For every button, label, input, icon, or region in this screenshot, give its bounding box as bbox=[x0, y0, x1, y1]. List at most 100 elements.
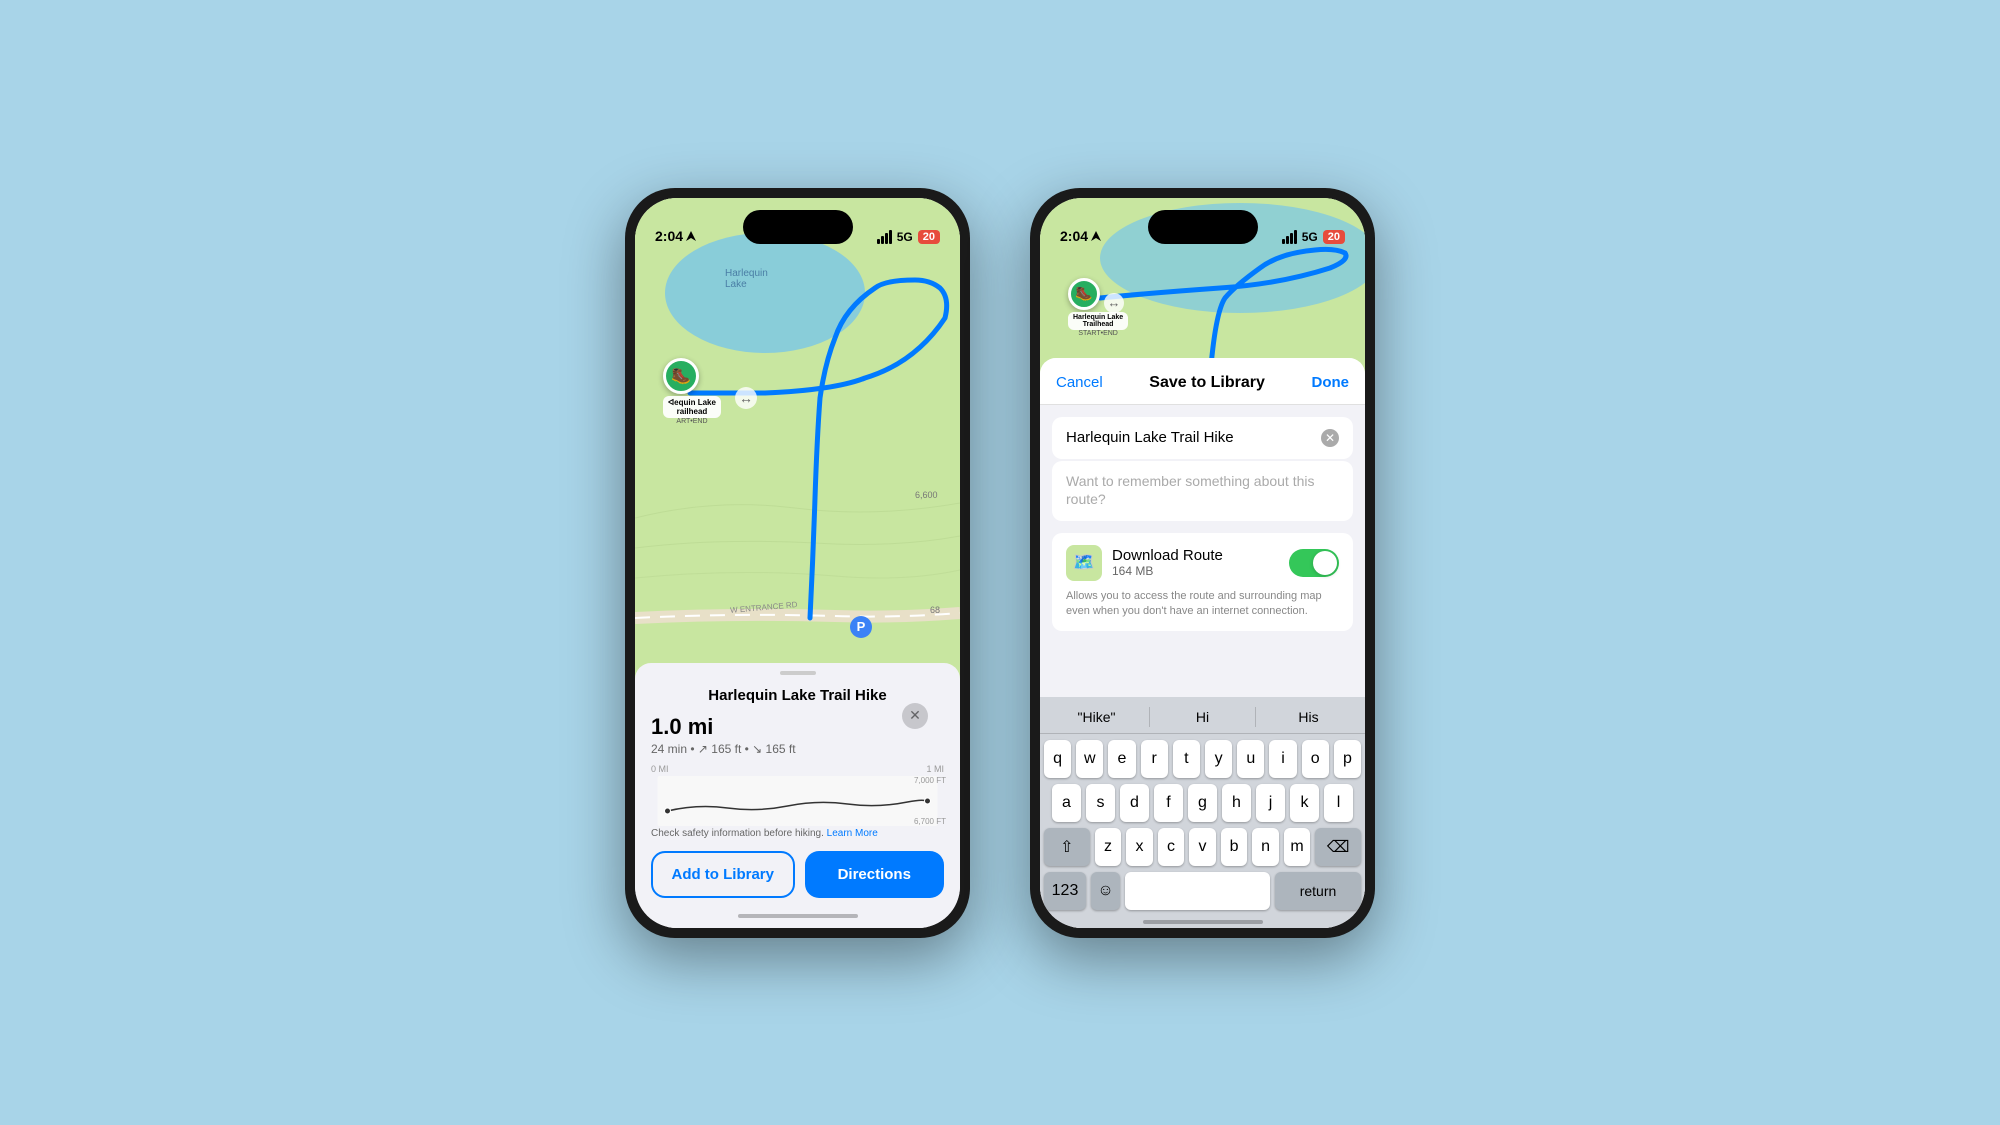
key-c[interactable]: c bbox=[1158, 828, 1185, 866]
save-header: Cancel Save to Library Done bbox=[1040, 358, 1365, 405]
num-key[interactable]: 123 bbox=[1044, 872, 1086, 910]
key-o[interactable]: o bbox=[1302, 740, 1329, 778]
download-left: 🗺️ Download Route 164 MB bbox=[1066, 545, 1223, 581]
key-row-1: q w e r t y u i o p bbox=[1044, 740, 1361, 778]
key-d[interactable]: d bbox=[1120, 784, 1149, 822]
download-title: Download Route bbox=[1112, 547, 1223, 564]
trailhead-icon-1: 🥾 bbox=[663, 358, 699, 394]
key-row-3: ⇧ z x c v b n m ⌫ bbox=[1044, 828, 1361, 866]
home-indicator-1 bbox=[738, 914, 858, 918]
done-button[interactable]: Done bbox=[1312, 374, 1350, 391]
phone-2-screen: 2:04 5G 20 � bbox=[1040, 198, 1365, 928]
key-j[interactable]: j bbox=[1256, 784, 1285, 822]
suggestion-2[interactable]: Hi bbox=[1150, 705, 1255, 729]
space-key[interactable] bbox=[1125, 872, 1270, 910]
key-row-4: 123 ☺ return bbox=[1044, 872, 1361, 910]
key-z[interactable]: z bbox=[1095, 828, 1122, 866]
network-label-2: 5G bbox=[1302, 230, 1318, 244]
time-display-2: 2:04 bbox=[1060, 228, 1101, 244]
emoji-key[interactable]: ☺ bbox=[1091, 872, 1120, 910]
key-g[interactable]: g bbox=[1188, 784, 1217, 822]
suggestion-3[interactable]: His bbox=[1256, 705, 1361, 729]
key-q[interactable]: q bbox=[1044, 740, 1071, 778]
key-a[interactable]: a bbox=[1052, 784, 1081, 822]
suggestion-1[interactable]: "Hike" bbox=[1044, 705, 1149, 729]
elevation-low-label: 6,700 FT bbox=[914, 817, 946, 826]
chart-area: 7,000 FT 6,700 FT bbox=[651, 776, 944, 826]
trailhead-marker-1: 🥾 ᐊequin Lakerailhead ART•END bbox=[663, 358, 721, 425]
key-l[interactable]: l bbox=[1324, 784, 1353, 822]
download-icon: 🗺️ bbox=[1066, 545, 1102, 581]
save-sheet-title: Save to Library bbox=[1149, 374, 1265, 392]
key-x[interactable]: x bbox=[1126, 828, 1153, 866]
elevation-high-label: 7,000 FT bbox=[914, 776, 946, 785]
key-p[interactable]: p bbox=[1334, 740, 1361, 778]
trailhead-sub-2: START•END bbox=[1068, 330, 1128, 337]
backspace-key[interactable]: ⌫ bbox=[1315, 828, 1361, 866]
location-icon-1 bbox=[686, 231, 696, 241]
sheet-close-button-1[interactable]: ✕ bbox=[902, 703, 928, 729]
key-r[interactable]: r bbox=[1141, 740, 1168, 778]
learn-more-link[interactable]: Learn More bbox=[827, 828, 878, 839]
battery-badge-2: 20 bbox=[1323, 230, 1345, 244]
trailhead-label-1: ᐊequin Lakerailhead bbox=[663, 396, 721, 418]
battery-badge-1: 20 bbox=[918, 230, 940, 244]
phone-1: 2:04 5G 20 bbox=[625, 188, 970, 938]
trail-details-1: 24 min • ↗ 165 ft • ↘ 165 ft bbox=[651, 742, 944, 756]
status-icons-2: 5G 20 bbox=[1282, 230, 1345, 244]
dynamic-island-1 bbox=[743, 210, 853, 244]
key-w[interactable]: w bbox=[1076, 740, 1103, 778]
download-info: Download Route 164 MB bbox=[1112, 547, 1223, 578]
lake-label: HarlequinLake bbox=[725, 268, 768, 290]
notes-field[interactable]: Want to remember something about this ro… bbox=[1052, 461, 1353, 521]
bottom-sheet-1[interactable]: Harlequin Lake Trail Hike ✕ 1.0 mi 24 mi… bbox=[635, 663, 960, 928]
save-sheet: Cancel Save to Library Done Harlequin La… bbox=[1040, 358, 1365, 928]
download-size: 164 MB bbox=[1112, 564, 1223, 578]
cancel-button[interactable]: Cancel bbox=[1056, 374, 1103, 391]
key-h[interactable]: h bbox=[1222, 784, 1251, 822]
chart-label-left: 0 MI bbox=[651, 764, 669, 774]
download-section: 🗺️ Download Route 164 MB Allows you to a… bbox=[1052, 533, 1353, 632]
map-svg-1: 6,600 68 bbox=[635, 198, 960, 708]
key-u[interactable]: u bbox=[1237, 740, 1264, 778]
shift-key[interactable]: ⇧ bbox=[1044, 828, 1090, 866]
trailhead-icon-2: 🥾 bbox=[1068, 278, 1100, 310]
keyboard-area: "Hike" Hi His q w e r t y bbox=[1040, 697, 1365, 928]
route-name-field[interactable]: Harlequin Lake Trail Hike ✕ bbox=[1052, 417, 1353, 459]
trailhead-label-2: Harlequin LakeTrailhead bbox=[1068, 312, 1128, 330]
key-i[interactable]: i bbox=[1269, 740, 1296, 778]
location-icon-2 bbox=[1091, 231, 1101, 241]
trail-stats-1: 1.0 mi 24 min • ↗ 165 ft • ↘ 165 ft bbox=[651, 714, 944, 756]
key-f[interactable]: f bbox=[1154, 784, 1183, 822]
key-b[interactable]: b bbox=[1221, 828, 1248, 866]
return-key[interactable]: return bbox=[1275, 872, 1361, 910]
trailhead-marker-2: 🥾 Harlequin LakeTrailhead START•END bbox=[1068, 278, 1128, 337]
phone-1-screen: 2:04 5G 20 bbox=[635, 198, 960, 928]
key-v[interactable]: v bbox=[1189, 828, 1216, 866]
safety-text-1: Check safety information before hiking. … bbox=[651, 828, 944, 839]
route-name-text: Harlequin Lake Trail Hike bbox=[1066, 429, 1234, 446]
key-y[interactable]: y bbox=[1205, 740, 1232, 778]
chart-label-right: 1 MI bbox=[926, 764, 944, 774]
key-e[interactable]: e bbox=[1108, 740, 1135, 778]
notes-placeholder: Want to remember something about this ro… bbox=[1066, 473, 1315, 507]
key-n[interactable]: n bbox=[1252, 828, 1279, 866]
parking-icon-1: P bbox=[850, 616, 872, 638]
keyboard-rows: q w e r t y u i o p a s bbox=[1040, 734, 1365, 918]
add-to-library-button[interactable]: Add to Library bbox=[651, 851, 795, 898]
keyboard-suggestions: "Hike" Hi His bbox=[1040, 697, 1365, 734]
clear-field-button[interactable]: ✕ bbox=[1321, 429, 1339, 447]
key-s[interactable]: s bbox=[1086, 784, 1115, 822]
key-k[interactable]: k bbox=[1290, 784, 1319, 822]
download-description: Allows you to access the route and surro… bbox=[1066, 589, 1339, 620]
download-toggle[interactable] bbox=[1289, 549, 1339, 577]
key-t[interactable]: t bbox=[1173, 740, 1200, 778]
dynamic-island-2 bbox=[1148, 210, 1258, 244]
signal-icon-1 bbox=[877, 230, 892, 244]
key-row-2: a s d f g h j k l bbox=[1044, 784, 1361, 822]
map-area-1: 6,600 68 HarlequinLake W ENTRANCE RD 🥾 ᐊ… bbox=[635, 198, 960, 708]
chart-labels-1: 0 MI 1 MI bbox=[651, 764, 944, 774]
directions-button[interactable]: Directions bbox=[805, 851, 945, 898]
direction-arrow-1: ↔ bbox=[735, 387, 757, 409]
key-m[interactable]: m bbox=[1284, 828, 1311, 866]
